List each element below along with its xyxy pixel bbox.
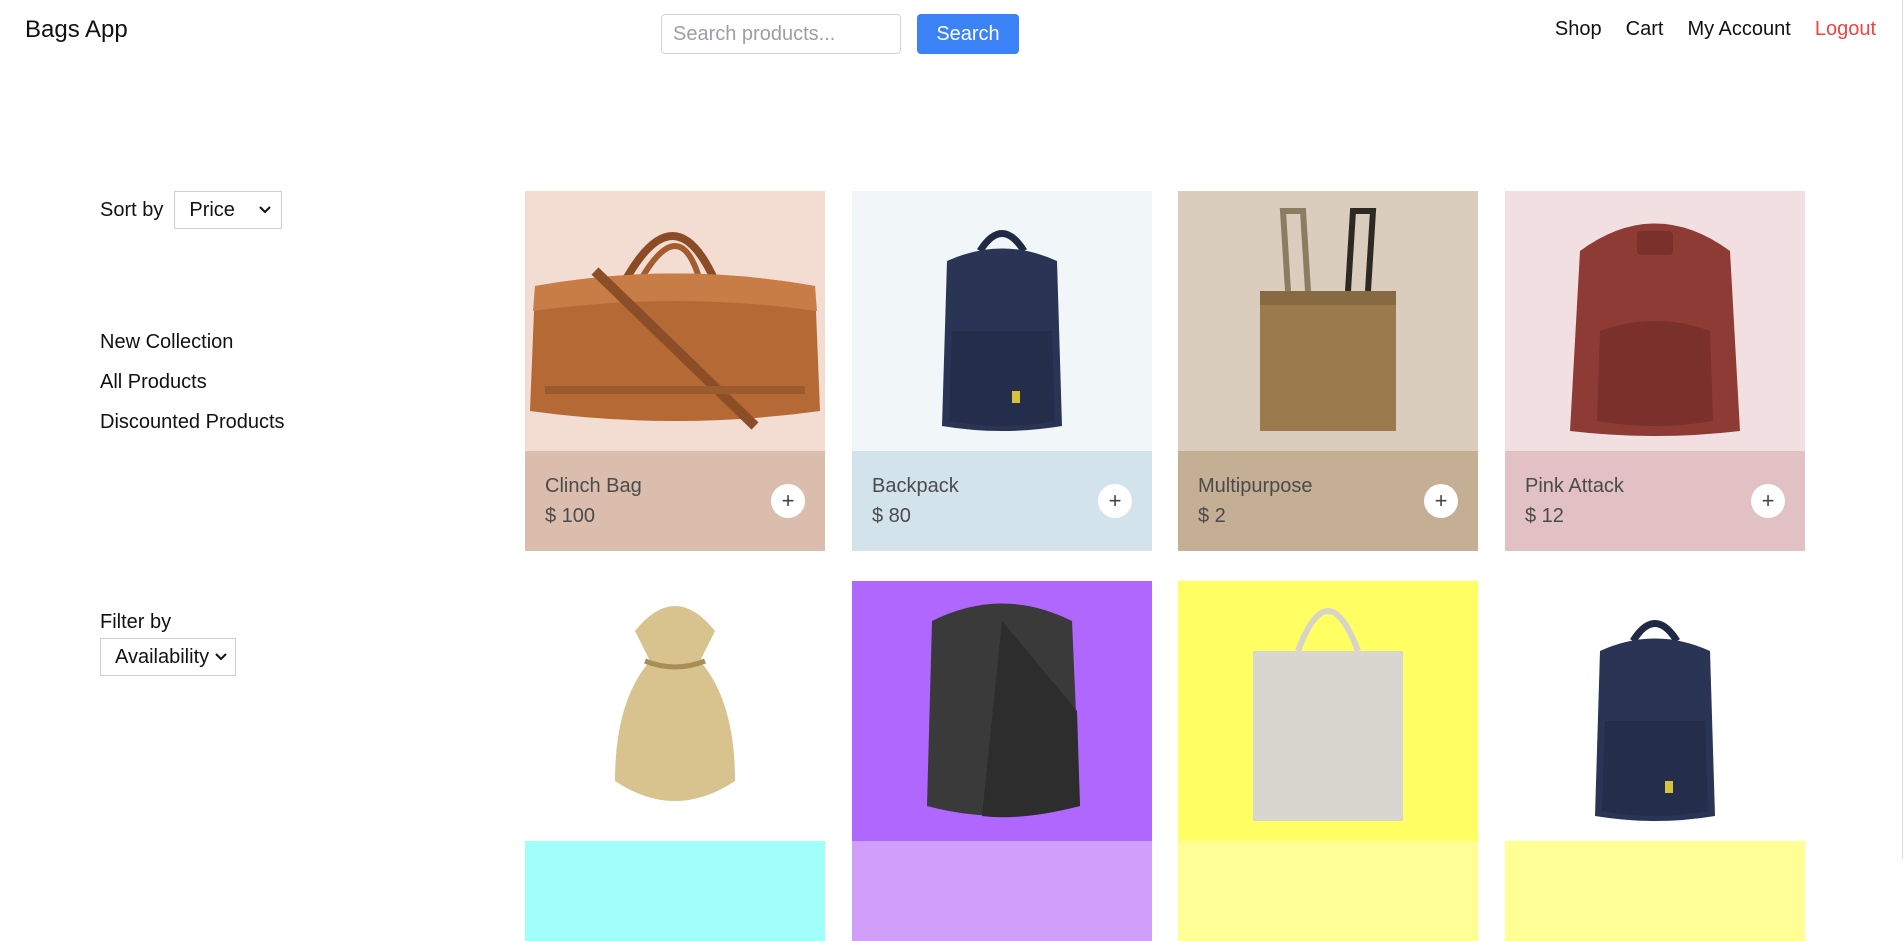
- brand-logo[interactable]: Bags App: [25, 16, 128, 44]
- product-image: [852, 581, 1152, 841]
- sort-select[interactable]: Price: [174, 191, 282, 229]
- collection-link[interactable]: New Collection: [100, 331, 285, 371]
- filter-select-value: Availability: [115, 645, 210, 668]
- search-bar: Search: [661, 14, 1019, 54]
- top-nav: Shop Cart My Account Logout: [1555, 18, 1876, 41]
- product-name: Backpack: [872, 475, 959, 497]
- collection-link[interactable]: Discounted Products: [100, 411, 285, 451]
- product-card[interactable]: [852, 581, 1152, 941]
- product-image: [525, 581, 825, 841]
- product-price: $ 100: [545, 505, 596, 527]
- product-info: Clinch Bag $ 100 +: [525, 451, 825, 551]
- product-name: Multipurpose: [1198, 475, 1313, 497]
- chevron-down-icon: [215, 650, 227, 664]
- product-image: [1178, 581, 1478, 841]
- product-card[interactable]: [1505, 581, 1805, 941]
- product-info: Pink Attack $ 12 +: [1505, 451, 1805, 551]
- chevron-down-icon: [259, 203, 271, 217]
- search-button[interactable]: Search: [917, 14, 1019, 54]
- product-card[interactable]: [1178, 581, 1478, 941]
- product-image: [1178, 191, 1478, 451]
- collections-list: New Collection All Products Discounted P…: [100, 331, 285, 451]
- add-to-cart-button[interactable]: +: [1424, 484, 1458, 518]
- filter-label: Filter by: [100, 611, 172, 633]
- search-input[interactable]: [661, 14, 901, 54]
- nav-shop[interactable]: Shop: [1555, 18, 1602, 41]
- product-price: $ 80: [872, 505, 911, 527]
- add-to-cart-button[interactable]: +: [1751, 484, 1785, 518]
- product-card[interactable]: Clinch Bag $ 100 +: [525, 191, 825, 551]
- product-name: Pink Attack: [1525, 475, 1624, 497]
- product-info: Multipurpose $ 2 +: [1178, 451, 1478, 551]
- product-image: [852, 191, 1152, 451]
- add-to-cart-button[interactable]: +: [771, 484, 805, 518]
- product-info: [852, 841, 1152, 941]
- nav-logout[interactable]: Logout: [1815, 18, 1876, 41]
- product-info: Backpack $ 80 +: [852, 451, 1152, 551]
- product-name: Clinch Bag: [545, 475, 642, 497]
- product-card[interactable]: Multipurpose $ 2 +: [1178, 191, 1478, 551]
- sort-select-value: Price: [189, 198, 235, 221]
- collection-link[interactable]: All Products: [100, 371, 285, 411]
- filter-control: Filter by Availability: [100, 611, 237, 676]
- product-image: [1505, 581, 1805, 841]
- nav-cart[interactable]: Cart: [1626, 18, 1664, 41]
- product-price: $ 12: [1525, 505, 1564, 527]
- sort-control: Sort by Price: [100, 191, 282, 229]
- product-card[interactable]: Backpack $ 80 +: [852, 191, 1152, 551]
- add-to-cart-button[interactable]: +: [1098, 484, 1132, 518]
- sort-label: Sort by: [100, 198, 164, 221]
- product-card[interactable]: Pink Attack $ 12 +: [1505, 191, 1805, 551]
- product-info: [1178, 841, 1478, 941]
- filter-select[interactable]: Availability: [100, 638, 237, 676]
- product-price: $ 2: [1198, 505, 1226, 527]
- nav-my-account[interactable]: My Account: [1687, 18, 1790, 41]
- product-card[interactable]: [525, 581, 825, 941]
- product-info: [1505, 841, 1805, 941]
- product-image: [525, 191, 825, 451]
- product-image: [1505, 191, 1805, 451]
- product-info: [525, 841, 825, 941]
